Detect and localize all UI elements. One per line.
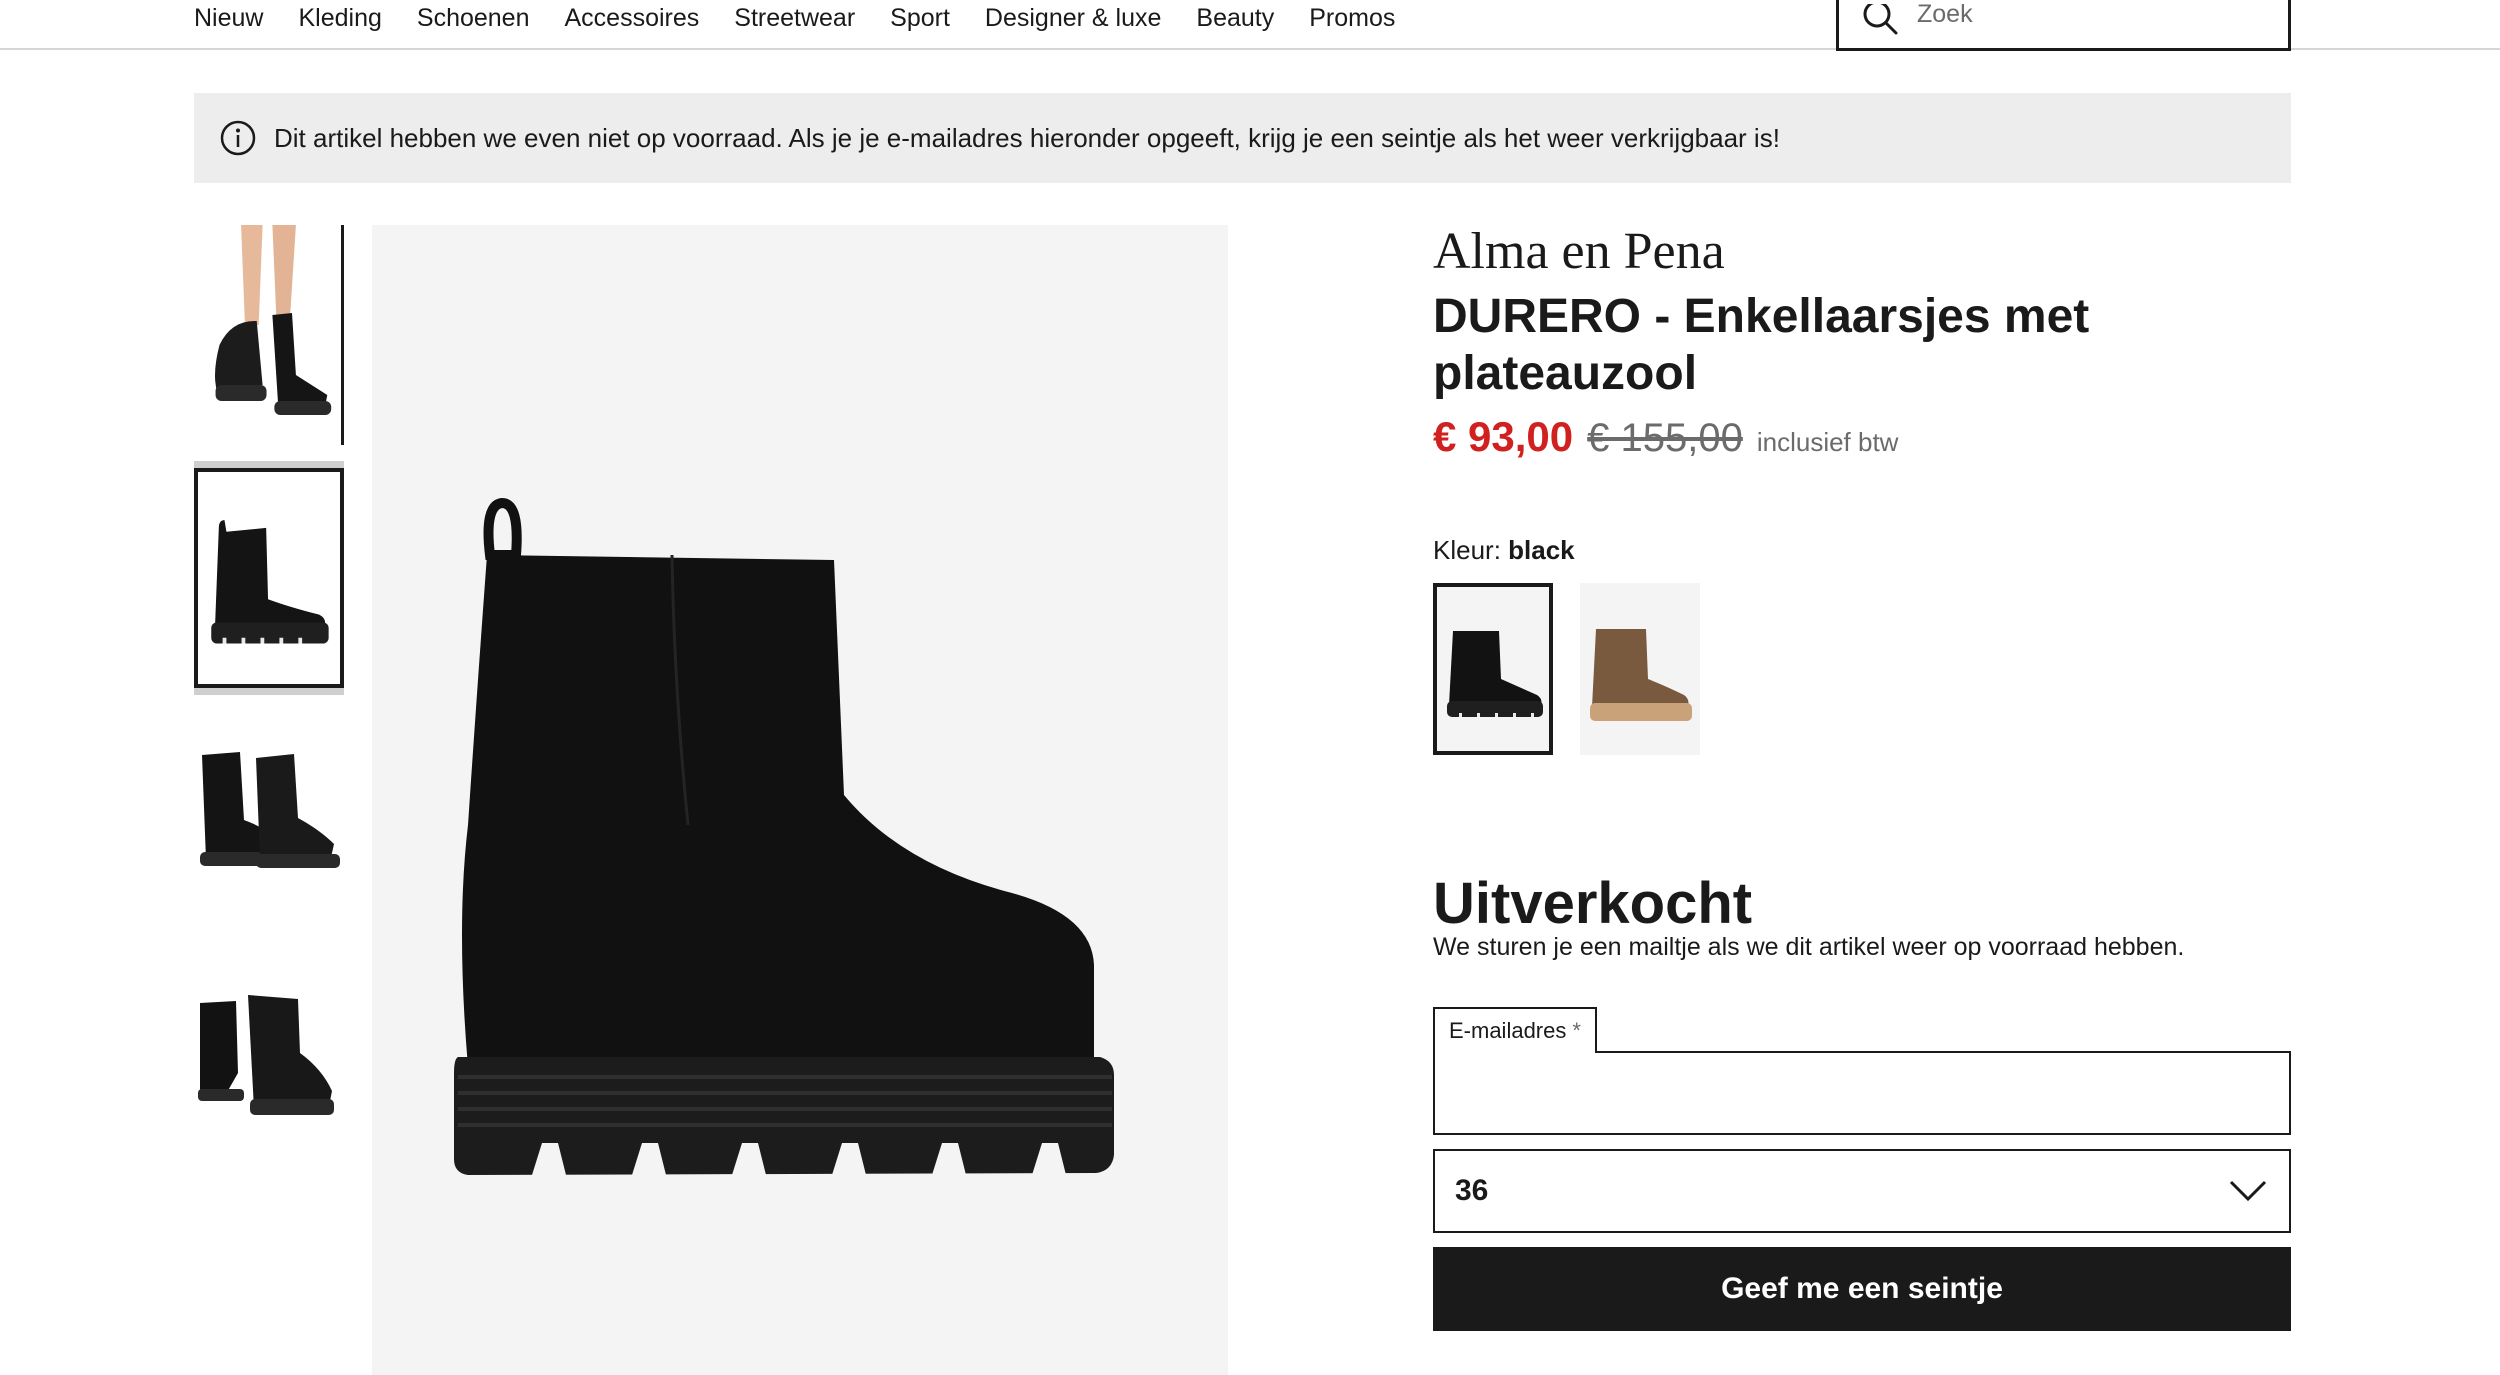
thumbnail-worn-boots[interactable] — [194, 225, 344, 445]
thumbnail-boot-pair-rear[interactable] — [194, 700, 344, 920]
product-title: DURERO - Enkellaarsjes met plateauzool — [1433, 290, 2090, 400]
size-select[interactable]: 36 — [1433, 1149, 2291, 1233]
email-field-label: E-mailadres * — [1433, 1007, 1597, 1053]
required-marker: * — [1572, 1018, 1581, 1043]
thumbnail-boot-pair-front[interactable] — [194, 945, 344, 1165]
sale-price: € 93,00 — [1433, 413, 1574, 460]
nav-item-sport[interactable]: Sport — [890, 4, 950, 33]
email-field[interactable] — [1433, 1051, 2291, 1135]
selected-size: 36 — [1455, 1174, 1489, 1207]
thumbnail-boot-side-view[interactable] — [194, 468, 344, 688]
color-value: black — [1508, 535, 1575, 565]
nav-item-kleding[interactable]: Kleding — [298, 4, 381, 33]
color-swatch-black[interactable] — [1433, 583, 1553, 755]
main-product-image[interactable] — [372, 225, 1228, 1375]
nav-item-accessoires[interactable]: Accessoires — [565, 4, 700, 33]
search-input[interactable] — [1917, 0, 2257, 29]
nav-item-promos[interactable]: Promos — [1309, 4, 1395, 33]
nav-item-beauty[interactable]: Beauty — [1196, 4, 1274, 33]
sold-out-message: We sturen je een mailtje als we dit arti… — [1433, 933, 2185, 961]
category-menu: Nieuw Kleding Schoenen Accessoires Stree… — [194, 0, 1430, 36]
nav-item-nieuw[interactable]: Nieuw — [194, 4, 263, 33]
vat-note: inclusief btw — [1756, 427, 1899, 457]
color-swatch-brown[interactable] — [1580, 583, 1700, 755]
out-of-stock-banner: Dit artikel hebben we even niet op voorr… — [194, 93, 2291, 183]
sold-out-heading: Uitverkocht — [1433, 871, 1753, 936]
price-row: € 93,00 € 155,00 inclusief btw — [1433, 413, 1898, 461]
search-icon[interactable] — [1861, 3, 1901, 44]
original-price: € 155,00 — [1587, 416, 1743, 460]
nav-item-schoenen[interactable]: Schoenen — [417, 4, 530, 33]
chevron-down-icon — [2229, 1180, 2267, 1202]
nav-item-designer-luxe[interactable]: Designer & luxe — [985, 4, 1161, 33]
product-page: Nieuw Kleding Schoenen Accessoires Stree… — [0, 0, 2500, 1375]
banner-message: Dit artikel hebben we even niet op voorr… — [274, 122, 1780, 153]
notify-me-button[interactable]: Geef me een seintje — [1433, 1247, 2291, 1331]
color-label: Kleur: black — [1433, 535, 1575, 566]
email-label-text: E-mailadres — [1449, 1018, 1567, 1043]
top-navigation: Nieuw Kleding Schoenen Accessoires Stree… — [0, 0, 2500, 51]
info-icon — [220, 120, 256, 156]
color-label-text: Kleur: — [1433, 535, 1501, 565]
search-box[interactable] — [1836, 0, 2291, 51]
nav-item-streetwear[interactable]: Streetwear — [734, 4, 855, 33]
brand-name[interactable]: Alma en Pena — [1433, 222, 1725, 281]
